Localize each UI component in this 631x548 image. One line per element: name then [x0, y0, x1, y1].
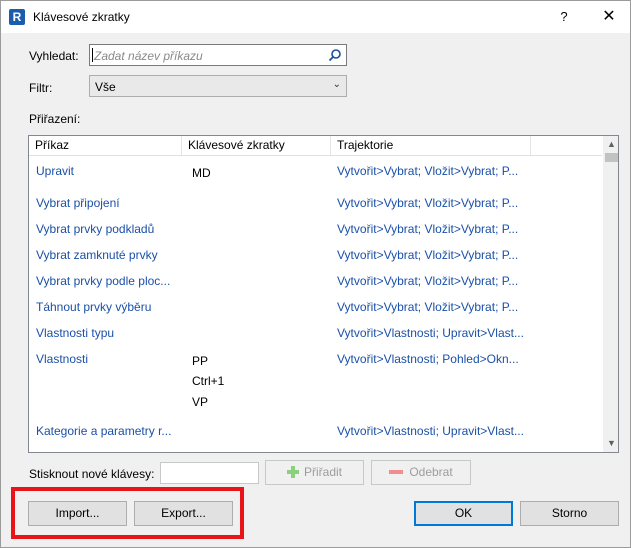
- path-cell: Vytvořit>Vybrat; Vložit>Vybrat; P...: [337, 164, 519, 178]
- command-cell: Upravit: [36, 164, 75, 178]
- plus-icon: [286, 466, 299, 478]
- table-row[interactable]: Vybrat prvky podkladů Vytvořit>Vybrat; V…: [29, 220, 602, 246]
- table-row[interactable]: Upravit MD Vytvořit>Vybrat; Vložit>Vybra…: [29, 162, 602, 188]
- remove-button[interactable]: Odebrat: [371, 460, 471, 485]
- command-cell: Vlastnosti: [36, 352, 89, 366]
- command-cell: Kategorie a parametry r...: [36, 424, 172, 438]
- new-keys-label: Stisknout nové klávesy:: [29, 467, 155, 481]
- table-row[interactable]: Vybrat zamknuté prvky Vytvořit>Vybrat; V…: [29, 246, 602, 272]
- search-label: Vyhledat:: [29, 49, 79, 63]
- assign-button[interactable]: Přiřadit: [265, 460, 364, 485]
- command-cell: Vybrat zamknuté prvky: [36, 248, 158, 262]
- command-cell: Vlastnosti typu: [36, 326, 115, 340]
- path-cell: Vytvořit>Vybrat; Vložit>Vybrat; P...: [337, 248, 519, 262]
- title-bar: R Klávesové zkratky ? ✕: [1, 1, 630, 33]
- table-row[interactable]: Kategorie a parametry r... Vytvořit>Vlas…: [29, 422, 602, 448]
- keyboard-shortcuts-dialog: R Klávesové zkratky ? ✕ Vyhledat: Zadat …: [0, 0, 631, 548]
- shortcut-cell: VP: [192, 395, 209, 409]
- assignments-label: Přiřazení:: [29, 112, 81, 126]
- path-cell: Vytvořit>Vlastnosti; Pohled>Okn...: [337, 352, 519, 366]
- minus-icon: [389, 470, 404, 474]
- path-cell: Vytvořit>Vybrat; Vložit>Vybrat; P...: [337, 300, 519, 314]
- command-cell: Vybrat připojení: [36, 196, 120, 210]
- highlight-box: [11, 487, 244, 539]
- table-row[interactable]: Vybrat připojení Vytvořit>Vybrat; Vložit…: [29, 194, 602, 220]
- search-placeholder: Zadat název příkazu: [94, 49, 203, 63]
- table-header: Příkaz Klávesové zkratky Trajektorie: [29, 136, 602, 156]
- shortcut-cell: Ctrl+1: [192, 374, 225, 388]
- shortcuts-table[interactable]: Příkaz Klávesové zkratky Trajektorie Upr…: [28, 135, 619, 453]
- table-row[interactable]: Vybrat prvky podle ploc... Vytvořit>Vybr…: [29, 272, 602, 298]
- remove-button-label: Odebrat: [409, 465, 453, 479]
- filter-value: Vše: [95, 80, 116, 94]
- table-row[interactable]: Vlastnosti PP Ctrl+1 VP Vytvořit>Vlastno…: [29, 350, 602, 416]
- scrollbar-thumb[interactable]: [605, 153, 618, 162]
- text-cursor: [92, 48, 93, 62]
- vertical-scrollbar[interactable]: ▲ ▼: [603, 136, 618, 452]
- table-row[interactable]: Táhnout prvky výběru Vytvořit>Vybrat; Vl…: [29, 298, 602, 324]
- shortcut-cell: PP: [192, 354, 209, 368]
- path-cell: Vytvořit>Vlastnosti; Upravit>Vlast...: [337, 424, 524, 438]
- scroll-up-arrow-icon[interactable]: ▲: [603, 136, 618, 153]
- close-button[interactable]: ✕: [598, 7, 620, 27]
- command-cell: Vybrat prvky podkladů: [36, 222, 155, 236]
- scroll-down-arrow-icon[interactable]: ▼: [603, 435, 618, 452]
- ok-button[interactable]: OK: [414, 501, 513, 526]
- new-keys-input[interactable]: [160, 462, 259, 484]
- column-header-command[interactable]: Příkaz: [29, 136, 182, 155]
- path-cell: Vytvořit>Vybrat; Vložit>Vybrat; P...: [337, 274, 519, 288]
- column-header-shortcuts[interactable]: Klávesové zkratky: [182, 136, 331, 155]
- revit-app-icon: R: [9, 9, 25, 25]
- path-cell: Vytvořit>Vybrat; Vložit>Vybrat; P...: [337, 222, 519, 236]
- path-cell: Vytvořit>Vybrat; Vložit>Vybrat; P...: [337, 196, 519, 210]
- shortcut-cell: MD: [192, 166, 211, 180]
- search-input[interactable]: Zadat název příkazu: [89, 44, 347, 66]
- chevron-down-icon: ⌄: [332, 79, 341, 90]
- help-button[interactable]: ?: [554, 8, 574, 26]
- cancel-button[interactable]: Storno: [520, 501, 619, 526]
- dialog-title: Klávesové zkratky: [33, 10, 130, 24]
- command-cell: Táhnout prvky výběru: [36, 300, 152, 314]
- filter-dropdown[interactable]: Vše ⌄: [89, 75, 347, 97]
- path-cell: Vytvořit>Vlastnosti; Upravit>Vlast...: [337, 326, 524, 340]
- search-icon[interactable]: [328, 48, 342, 62]
- column-header-path[interactable]: Trajektorie: [331, 136, 531, 155]
- assign-button-label: Přiřadit: [303, 465, 342, 479]
- command-cell: Vybrat prvky podle ploc...: [36, 274, 171, 288]
- table-row[interactable]: Vlastnosti typu Vytvořit>Vlastnosti; Upr…: [29, 324, 602, 350]
- filter-label: Filtr:: [29, 81, 53, 95]
